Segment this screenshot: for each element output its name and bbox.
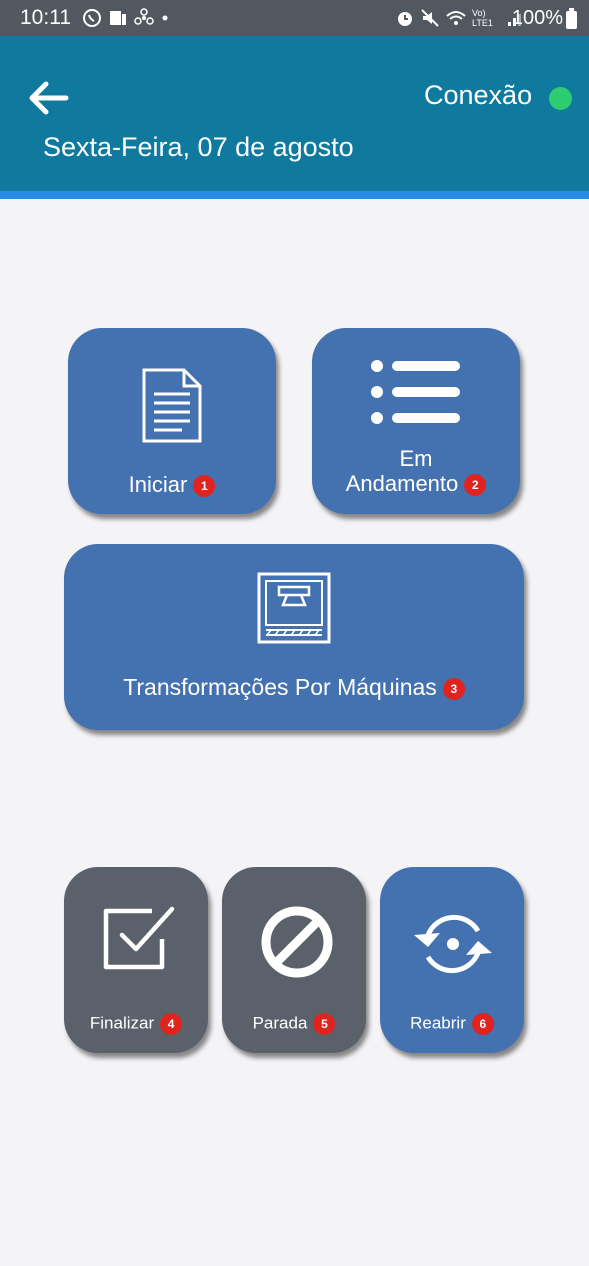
list-icon (371, 360, 460, 424)
finalizar-label: Finalizar (89, 1013, 155, 1033)
iniciar-button[interactable]: Iniciar 1 (68, 328, 276, 514)
battery-icon (566, 8, 577, 29)
wifi-icon (446, 11, 466, 25)
network-type-label: Vo) LTE1 (472, 8, 493, 28)
reabrir-badge: 6 (471, 1013, 494, 1035)
iniciar-badge: 1 (193, 475, 216, 498)
transformacoes-badge: 3 (442, 677, 465, 700)
em-andamento-button[interactable]: Em Andamento 2 (312, 328, 520, 514)
app-bar (0, 36, 589, 191)
app-bar-divider (0, 191, 589, 199)
parada-label: Parada (252, 1013, 308, 1033)
parada-button[interactable]: Parada 5 (222, 867, 366, 1053)
finalizar-badge: 4 (160, 1013, 183, 1035)
transformacoes-por-maquinas-button[interactable]: Transformações Por Máquinas 3 (64, 544, 524, 730)
dot-icon (162, 15, 168, 21)
notification-app-icon (110, 11, 126, 25)
whatsapp-icon (83, 9, 101, 27)
em-andamento-label-line2: Andamento (345, 471, 459, 497)
battery-percent: 100% (511, 7, 563, 29)
transformacoes-label: Transformações Por Máquinas (123, 674, 437, 700)
machine-icon (257, 572, 331, 644)
prohibited-icon (261, 906, 333, 978)
finalizar-button[interactable]: Finalizar 4 (64, 867, 208, 1053)
reabrir-label: Reabrir (410, 1013, 466, 1033)
date-label: Sexta-Feira, 07 de agosto (43, 132, 354, 162)
document-icon (142, 368, 202, 443)
back-arrow-icon[interactable] (26, 78, 70, 118)
iniciar-label: Iniciar (128, 472, 188, 497)
em-andamento-label-line1: Em (399, 446, 433, 471)
fan-icon (134, 8, 154, 25)
parada-badge: 5 (313, 1013, 336, 1035)
connection-status-indicator (549, 87, 572, 110)
reabrir-button[interactable]: Reabrir 6 (380, 867, 524, 1053)
alarm-icon (398, 12, 412, 26)
connection-label: Conexão (424, 80, 533, 110)
mute-icon (421, 9, 439, 27)
checkbox-icon (103, 906, 175, 970)
status-time: 10:11 (20, 6, 71, 29)
refresh-icon (414, 914, 492, 974)
em-andamento-badge: 2 (464, 474, 487, 497)
status-bar: 10:11 Vo) LTE1 100% (0, 0, 589, 36)
